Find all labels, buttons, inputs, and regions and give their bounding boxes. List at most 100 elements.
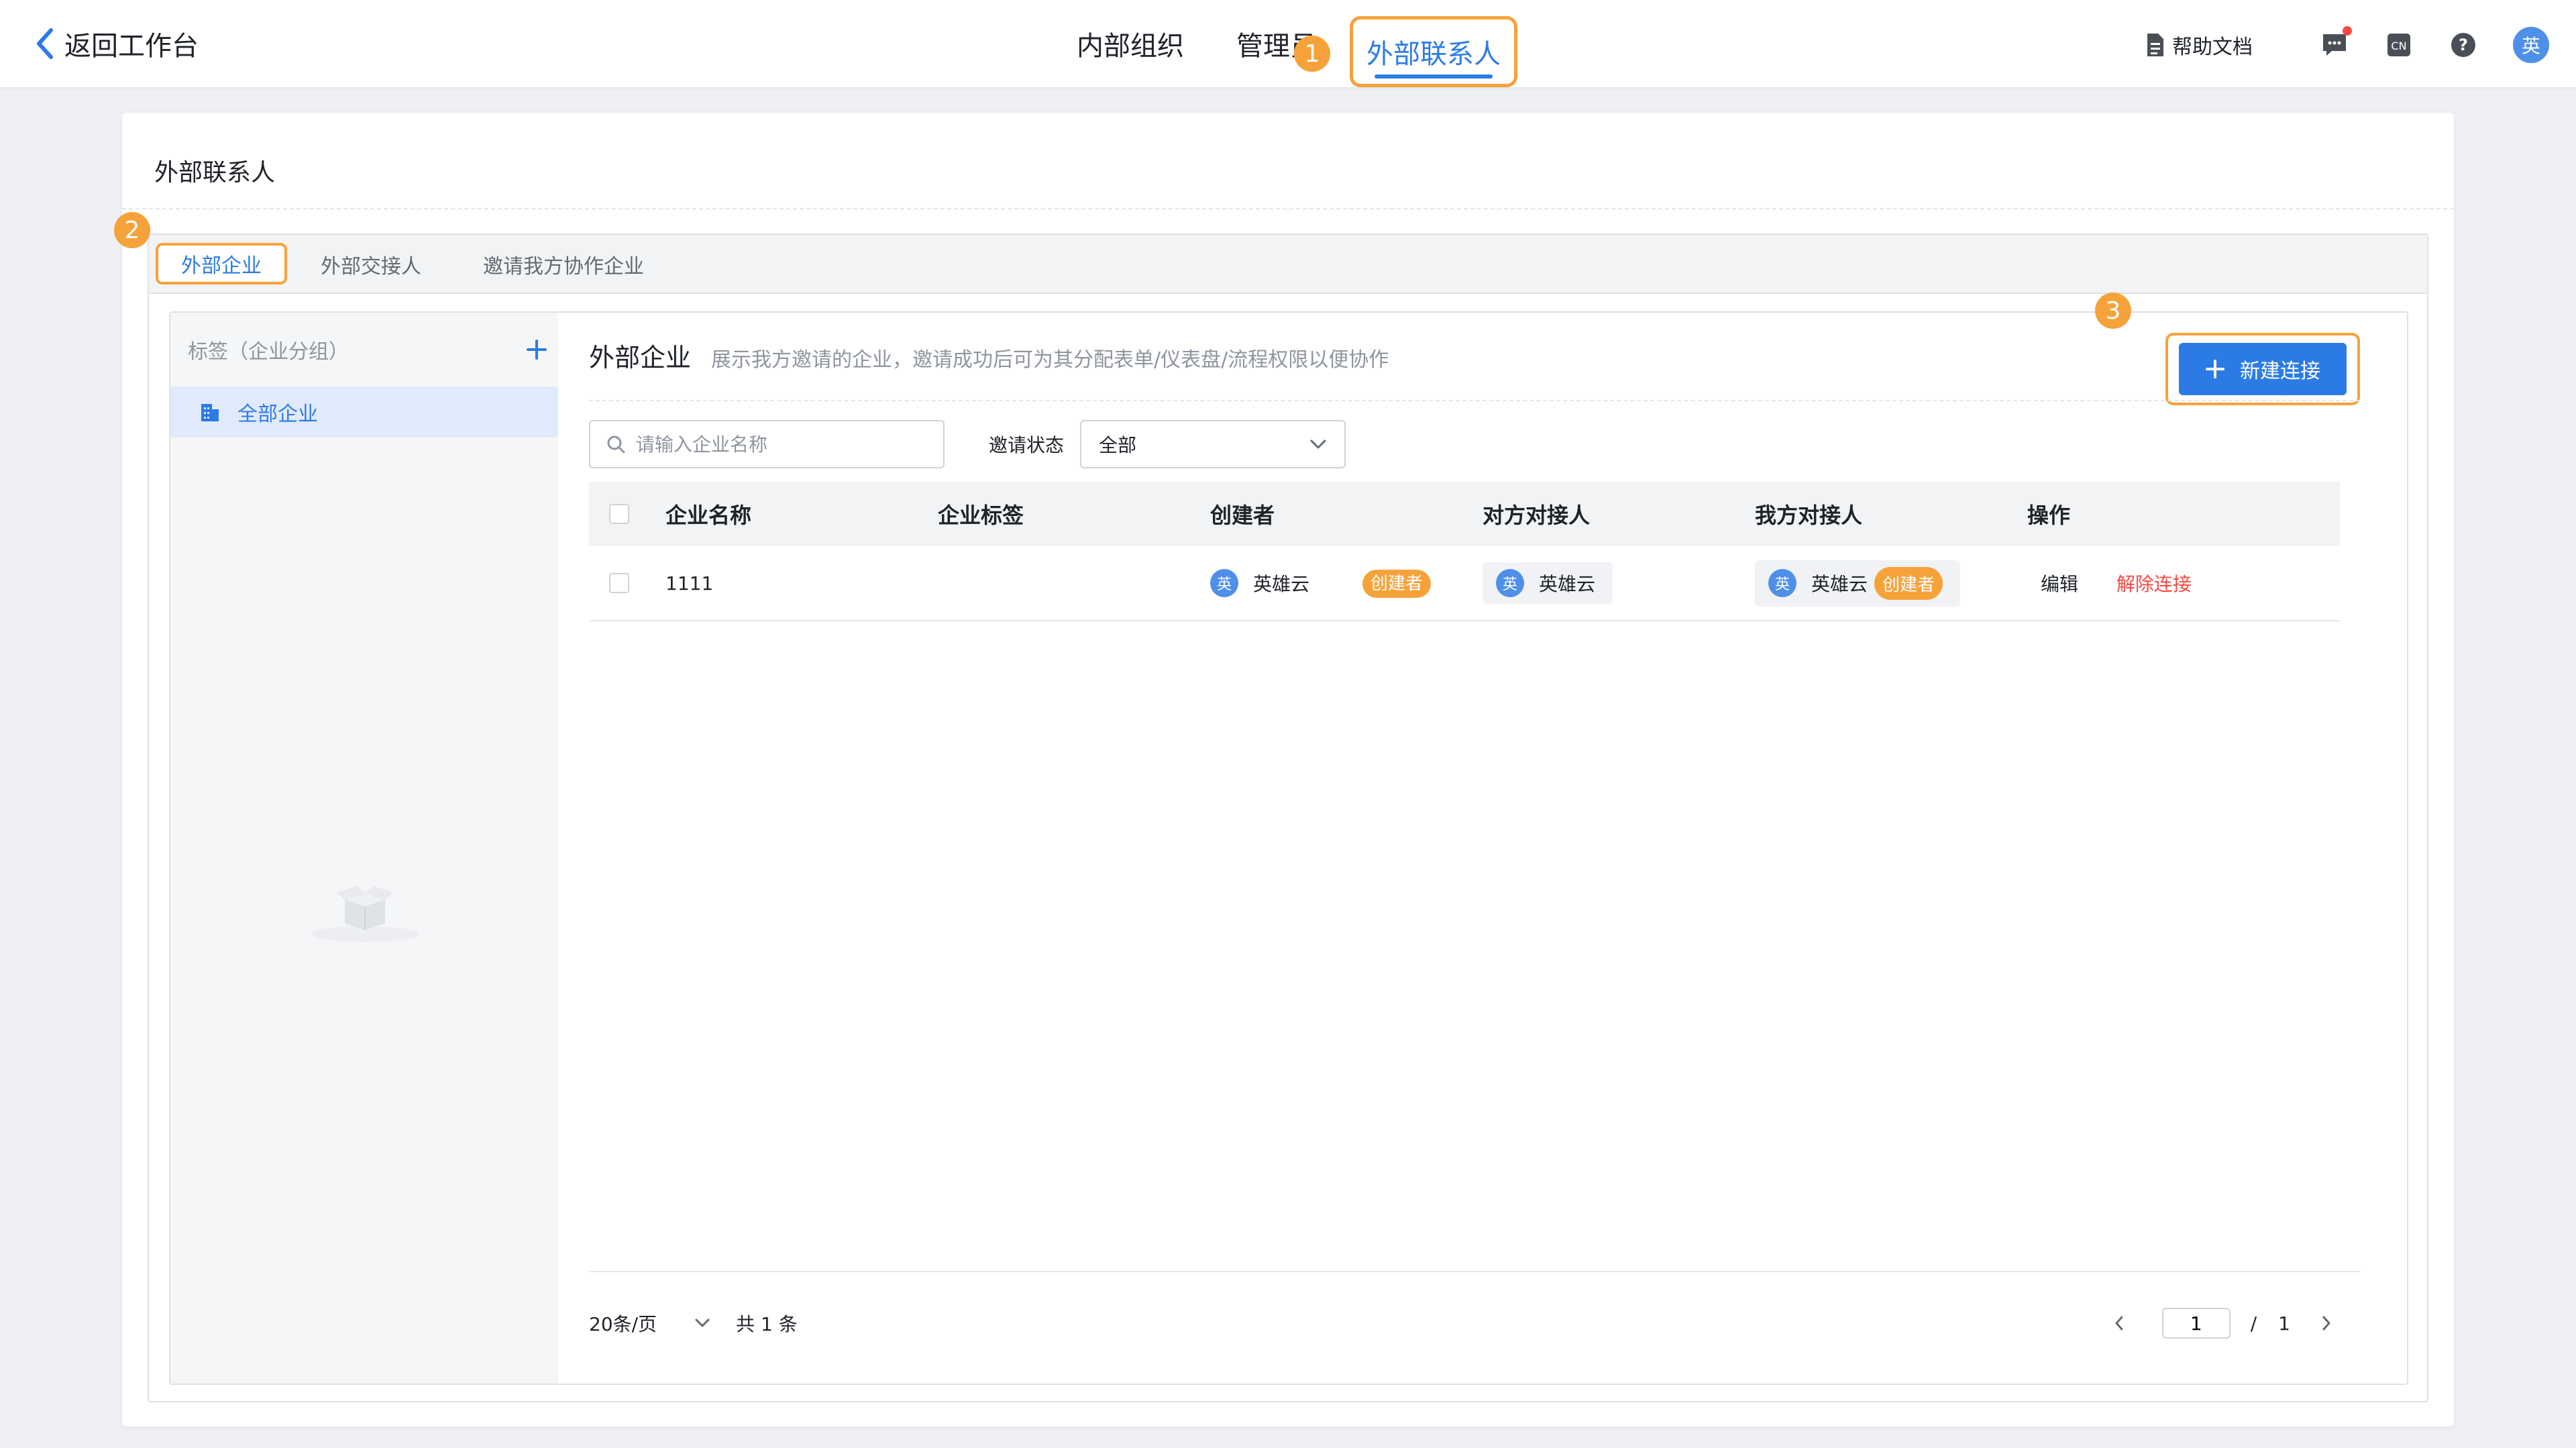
tab-panel: 标签（企业分组） 全部企业 外部企业 展示我方邀请的企业，邀请成功后可为其分配表… <box>169 293 2408 1385</box>
sidebar-title: 标签（企业分组） <box>188 340 349 364</box>
creator-person: 英 英雄云 <box>1210 569 1309 597</box>
step-badge-3: 3 <box>2095 293 2131 329</box>
total-count: 共 1 条 <box>736 1313 798 1335</box>
cell-operations: 编辑 解除连接 <box>2027 570 2340 597</box>
page-title: 外部联系人 <box>154 159 276 187</box>
new-connection-label: 新建连接 <box>2240 360 2320 383</box>
back-to-workbench[interactable]: 返回工作台 <box>35 25 199 62</box>
title-divider <box>122 208 2454 209</box>
chevron-left-icon <box>2115 1316 2123 1331</box>
page-size-select[interactable]: 20条/页 <box>589 1310 710 1337</box>
enterprise-table: 企业名称 企业标签 创建者 对方对接人 我方对接人 操作 1111 英 英雄云 … <box>589 482 2340 621</box>
cell-creator: 英 英雄云 创建者 <box>1210 569 1483 598</box>
invite-status-label: 邀请状态 <box>989 434 1065 456</box>
header-operations: 操作 <box>2027 503 2071 528</box>
pager-divider <box>589 1271 2360 1272</box>
page-separator: / <box>2250 1312 2257 1335</box>
creator-badge: 创建者 <box>1874 566 1943 600</box>
back-label: 返回工作台 <box>64 31 199 62</box>
next-page-button[interactable] <box>2313 1310 2340 1337</box>
disconnect-link[interactable]: 解除连接 <box>2116 573 2192 595</box>
page-number-input[interactable] <box>2161 1308 2231 1339</box>
peer-person: 英 英雄云 <box>1483 562 1613 604</box>
plus-icon <box>2206 360 2224 378</box>
help-icon[interactable]: ? <box>2449 30 2478 60</box>
edit-link[interactable]: 编辑 <box>2041 573 2078 595</box>
cell-enterprise-name: 1111 <box>665 572 714 594</box>
search-box <box>589 420 945 468</box>
our-person: 英 英雄云 创建者 <box>1755 560 1961 607</box>
language-icon[interactable]: CN <box>2384 30 2414 60</box>
page-controls: / 1 <box>2106 1308 2340 1339</box>
tab-external-enterprise[interactable]: 外部企业 <box>156 243 287 285</box>
select-all-checkbox[interactable] <box>609 504 629 524</box>
top-bar: 返回工作台 内部组织 管理员 外部联系人 1 帮助文档 CN ? 英 <box>0 0 2576 87</box>
sidebar-item-all-enterprises[interactable]: 全部企业 <box>170 386 558 437</box>
header-creator: 创建者 <box>1210 503 1275 528</box>
enterprise-search-input[interactable] <box>636 433 918 456</box>
peer-name: 英雄云 <box>1539 573 1596 595</box>
plus-icon <box>527 340 547 360</box>
table-row: 1111 英 英雄云 创建者 英 英雄云 英 英雄云 创建者 编辑 解除连接 <box>589 546 2340 621</box>
content-divider <box>589 400 2360 401</box>
enterprise-content: 外部企业 展示我方邀请的企业，邀请成功后可为其分配表单/仪表盘/流程权限以便协作… <box>558 293 2407 1384</box>
tab-external-handover[interactable]: 外部交接人 <box>321 235 421 294</box>
chevron-left-icon <box>35 25 58 62</box>
row-checkbox[interactable] <box>609 573 629 593</box>
invite-status-select[interactable]: 全部 <box>1080 420 1346 468</box>
sidebar-item-label: 全部企业 <box>237 403 318 426</box>
step-badge-1: 1 <box>1294 36 1330 72</box>
building-icon <box>201 404 219 421</box>
user-avatar[interactable]: 英 <box>2513 27 2549 63</box>
search-icon <box>607 435 625 454</box>
cell-our-contact: 英 英雄云 创建者 <box>1755 560 2027 607</box>
unread-dot <box>2343 26 2352 36</box>
document-icon <box>2147 34 2163 56</box>
empty-box-icon <box>305 870 425 946</box>
chevron-down-icon <box>695 1318 710 1327</box>
nav-external-label: 外部联系人 <box>1366 39 1501 70</box>
page-size-value: 20条/页 <box>589 1313 657 1335</box>
new-connection-highlight: 新建连接 <box>2165 333 2360 405</box>
step-badge-2: 2 <box>114 212 150 248</box>
our-name: 英雄云 <box>1811 573 1868 595</box>
content-title: 外部企业 <box>589 343 692 372</box>
chevron-down-icon <box>1310 439 1326 449</box>
filter-bar: 邀请状态 全部 <box>589 420 1346 468</box>
nav-internal-org[interactable]: 内部组织 <box>1077 0 1184 87</box>
avatar: 英 <box>1768 569 1796 597</box>
content-description: 展示我方邀请的企业，邀请成功后可为其分配表单/仪表盘/流程权限以便协作 <box>711 348 1389 372</box>
prev-page-button[interactable] <box>2106 1310 2133 1337</box>
header-enterprise-tag: 企业标签 <box>938 503 1024 528</box>
message-icon[interactable] <box>2320 26 2352 60</box>
header-peer-contact: 对方对接人 <box>1483 503 1591 528</box>
creator-badge: 创建者 <box>1362 570 1431 598</box>
top-right-tools: 帮助文档 CN ? 英 <box>2145 26 2549 63</box>
active-nav-underline <box>1375 74 1493 79</box>
tabs-container: 外部企业 外部交接人 邀请我方协作企业 2 标签（企业分组） 全部企业 外部企业… <box>114 212 2428 1402</box>
add-tag-button[interactable] <box>523 336 550 363</box>
header-enterprise-name: 企业名称 <box>665 503 752 528</box>
tag-sidebar: 标签（企业分组） 全部企业 <box>170 313 558 1384</box>
page-total: 1 <box>2278 1312 2290 1335</box>
table-header: 企业名称 企业标签 创建者 对方对接人 我方对接人 操作 <box>589 482 2340 546</box>
help-doc-link[interactable]: 帮助文档 <box>2145 30 2253 60</box>
tabs-bar: 外部企业 外部交接人 邀请我方协作企业 <box>149 235 2427 294</box>
avatar: 英 <box>1496 569 1524 597</box>
sidebar-header: 标签（企业分组） <box>188 333 550 366</box>
main-card: 外部联系人 外部企业 外部交接人 邀请我方协作企业 2 标签（企业分组） 全部企… <box>114 113 2454 1427</box>
new-connection-button[interactable]: 新建连接 <box>2179 343 2347 395</box>
avatar: 英 <box>1210 569 1238 597</box>
pagination: 20条/页 共 1 条 / 1 <box>589 1303 2340 1343</box>
svg-text:CN: CN <box>2391 40 2406 52</box>
invite-status-value: 全部 <box>1099 434 1137 456</box>
help-doc-label: 帮助文档 <box>2172 36 2253 59</box>
chevron-right-icon <box>2322 1316 2330 1331</box>
nav-external-contacts[interactable]: 外部联系人 <box>1350 16 1517 87</box>
header-our-contact: 我方对接人 <box>1755 503 1863 528</box>
creator-name: 英雄云 <box>1253 573 1310 595</box>
tab-inviting-enterprises[interactable]: 邀请我方协作企业 <box>483 235 644 294</box>
cell-peer-contact: 英 英雄云 <box>1483 562 1755 604</box>
content-header: 外部企业 展示我方邀请的企业，邀请成功后可为其分配表单/仪表盘/流程权限以便协作 <box>589 337 1389 374</box>
svg-text:?: ? <box>2459 36 2468 54</box>
